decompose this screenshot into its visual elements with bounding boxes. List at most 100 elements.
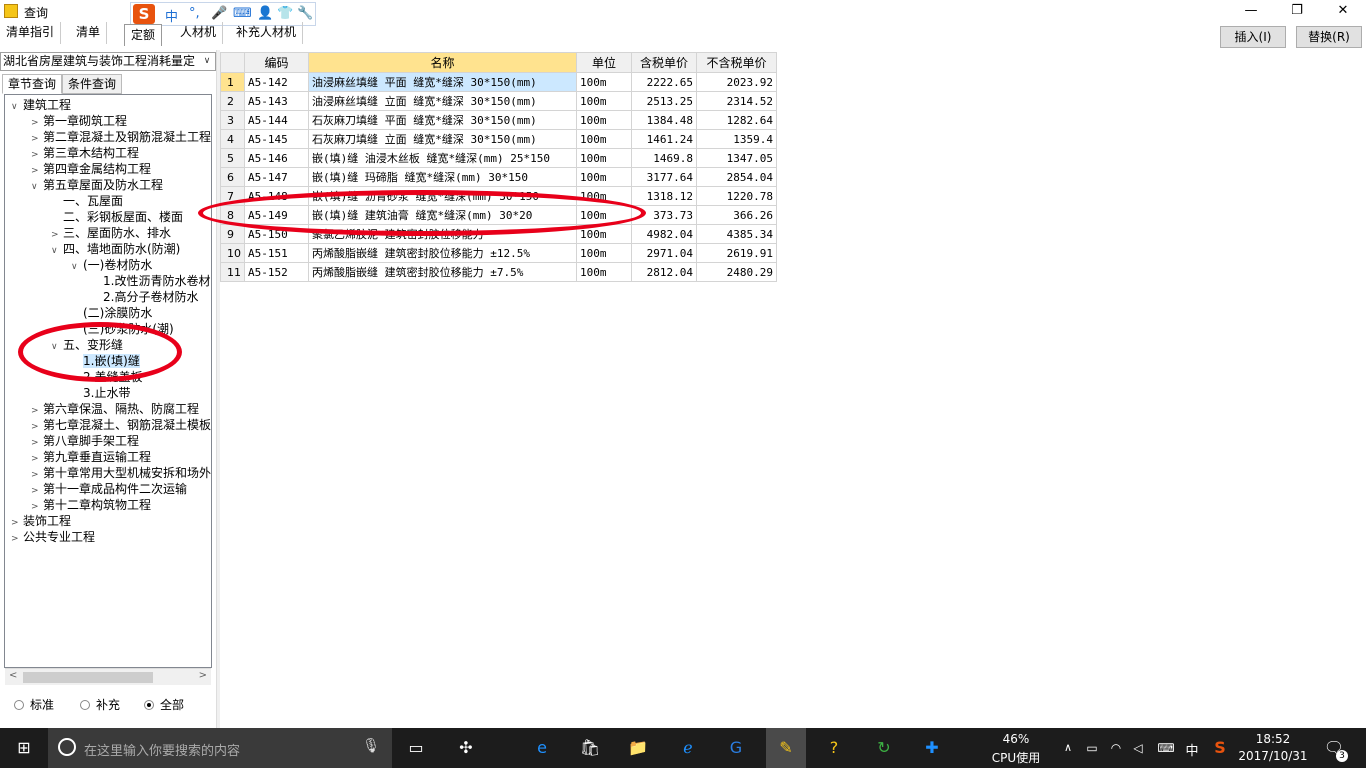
header-price-notax[interactable]: 不含税单价 [696,52,777,73]
microphone-icon[interactable]: 🎙 [362,738,380,754]
tree-node[interactable]: ∨ 第五章屋面及防水工程 [31,177,163,193]
insert-button[interactable]: 插入(I) [1220,26,1286,48]
tree-node[interactable]: > 第十章常用大型机械安拆和场外 [31,465,211,481]
tree-node[interactable]: > 第十二章构筑物工程 [31,497,151,513]
header-price-tax[interactable]: 含税单价 [631,52,697,73]
sogou-logo-icon[interactable]: S [133,4,155,24]
table-row[interactable]: 1 A5-142 油浸麻丝填缝 平面 缝宽*缝深 30*150(mm) 100m 222… [220,72,777,92]
pinwheel-app-icon[interactable]: ✣ [454,736,478,760]
maximize-button[interactable]: ❐ [1274,0,1320,22]
header-unit[interactable]: 单位 [576,52,632,73]
keyboard-icon[interactable]: ⌨ [1154,736,1178,760]
tree-node[interactable]: > 第三章木结构工程 [31,145,139,161]
tree-node[interactable]: ∨ (一)卷材防水 [71,257,152,273]
tree-node[interactable]: > 公共专业工程 [11,529,95,545]
tree-node[interactable]: > 第六章保温、隔热、防腐工程 [31,401,199,417]
table-row[interactable]: 6 A5-147 嵌(填)缝 玛碲脂 缝宽*缝深(mm) 30*150 100m 317… [220,167,777,187]
tree-horizontal-scrollbar[interactable]: < > [5,668,211,685]
tree-node[interactable]: > 第二章混凝土及钢筋混凝土工程 [31,129,211,145]
radio-all[interactable]: 全部 [144,696,184,713]
scroll-left-icon[interactable]: < [9,670,17,681]
tree-node[interactable]: > 第七章混凝土、钢筋混凝土模板 [31,417,211,433]
table-row[interactable]: 5 A5-146 嵌(填)缝 油浸木丝板 缝宽*缝深(mm) 25*150 100m 1… [220,148,777,168]
scrollbar-thumb[interactable] [23,672,153,683]
header-code[interactable]: 编码 [244,52,309,73]
tools-icon[interactable]: 🔧 [297,6,313,21]
tree-node[interactable]: > 三、屋面防水、排水 [51,225,171,241]
radio-circle-icon [14,700,24,710]
battery-icon[interactable]: ▭ [1080,736,1104,760]
tree-node[interactable]: 二、彩钢板屋面、楼面 [51,209,183,225]
tree-node[interactable]: > 第八章脚手架工程 [31,433,139,449]
minimize-button[interactable]: — [1228,0,1274,22]
task-view-icon[interactable]: ▭ [404,736,428,760]
windows-start-icon[interactable]: ⊞ [12,736,36,760]
tree-node[interactable]: 3.止水带 [71,385,130,401]
clock-time[interactable]: 18:52 [1238,732,1308,746]
chevron-right-icon[interactable]: > [11,531,23,547]
glodon-app-icon[interactable]: G [724,736,748,760]
radio-supplement[interactable]: 补充 [80,696,120,713]
close-button[interactable]: ✕ [1320,0,1366,22]
chevron-down-icon[interactable]: ∨ [199,53,215,70]
microphone-icon[interactable]: 🎤 [211,6,227,21]
clock-date[interactable]: 2017/10/31 [1238,749,1308,763]
cell-price-notax: 2023.92 [696,72,777,92]
replace-button[interactable]: 替换(R) [1296,26,1362,48]
tree-node-label: 第十章常用大型机械安拆和场外 [43,466,212,480]
tree-node[interactable]: > 第一章砌筑工程 [31,113,127,129]
chevron-down-icon[interactable]: ∨ [31,179,43,195]
tab-labor-material[interactable]: 人材机 [174,22,224,44]
store-icon[interactable]: 🛍 [578,736,602,760]
tree-node[interactable]: > 第四章金属结构工程 [31,161,151,177]
cell-price-tax: 4982.04 [631,224,697,244]
edge-browser-icon[interactable]: e [530,736,554,760]
tab-supplement-labor-material[interactable]: 补充人材机 [230,22,304,44]
quota-app-active-icon[interactable]: ✎ [766,728,806,768]
tree-node[interactable]: > 第十一章成品构件二次运输 [31,481,187,497]
cell-code: A5-147 [244,167,309,187]
tree-node[interactable]: 一、瓦屋面 [51,193,123,209]
tree-node[interactable]: 2.高分子卷材防水 [91,289,198,305]
quota-library-select[interactable]: 湖北省房屋建筑与装饰工程消耗量定 ∨ [0,52,216,71]
keyboard-icon[interactable]: ⌨ [233,6,252,21]
chevron-down-icon[interactable]: ∨ [11,99,23,115]
user-icon[interactable]: 👤 [257,6,273,21]
volume-icon[interactable]: ◁ [1126,736,1150,760]
skin-icon[interactable]: 👕 [277,6,293,21]
tree-node-label: 第四章金属结构工程 [43,162,152,176]
cell-rownum: 9 [220,224,245,244]
help-app-icon[interactable]: ? [822,736,846,760]
ime-indicator[interactable]: 中 [1182,740,1202,759]
tab-quota[interactable]: 定额 [124,24,163,46]
tree-node[interactable]: > 装饰工程 [11,513,71,529]
tab-list-guide[interactable]: 清单指引 [0,22,62,44]
tab-chapter-query[interactable]: 章节查询 [2,74,63,94]
refresh-app-icon[interactable]: ↻ [872,736,896,760]
chevron-up-icon[interactable]: ∧ [1056,736,1080,760]
tree-node[interactable]: (二)涂膜防水 [71,305,152,321]
sogou-tray-icon[interactable]: S [1208,736,1232,760]
scroll-right-icon[interactable]: > [199,670,207,681]
punctuation-icon[interactable]: °, [189,6,200,21]
chevron-down-icon[interactable]: ∨ [51,243,63,259]
radio-standard[interactable]: 标准 [14,696,54,713]
tab-condition-query[interactable]: 条件查询 [62,74,123,94]
taskbar-search[interactable]: 在这里输入你要搜索的内容 🎙 [48,728,392,768]
tree-node[interactable]: ∨ 建筑工程 [11,97,71,113]
tab-list[interactable]: 清单 [70,22,108,44]
tree-node[interactable]: > 第九章垂直运输工程 [31,449,151,465]
file-explorer-icon[interactable]: 📁 [626,736,650,760]
header-name[interactable]: 名称 [308,52,577,73]
wifi-icon[interactable]: ◠ [1104,736,1128,760]
tree-node[interactable]: 1.改性沥青防水卷材 [91,273,210,289]
plus-app-icon[interactable]: ✚ [920,736,944,760]
table-row[interactable]: 10 A5-151 丙烯酸脂嵌缝 建筑密封胶位移能力 ±12.5% 100m 2971.… [220,243,777,263]
table-row[interactable]: 3 A5-144 石灰麻刀填缝 平面 缝宽*缝深 30*150(mm) 100m 138… [220,110,777,130]
tree-node[interactable]: ∨ 四、墙地面防水(防潮) [51,241,180,257]
table-row[interactable]: 2 A5-143 油浸麻丝填缝 立面 缝宽*缝深 30*150(mm) 100m 251… [220,91,777,111]
ie-browser-icon[interactable]: ℯ [676,736,700,760]
table-row[interactable]: 11 A5-152 丙烯酸脂嵌缝 建筑密封胶位移能力 ±7.5% 100m 2812.0… [220,262,777,282]
table-row[interactable]: 4 A5-145 石灰麻刀填缝 立面 缝宽*缝深 30*150(mm) 100m 146… [220,129,777,149]
chevron-down-icon[interactable]: ∨ [71,259,83,275]
